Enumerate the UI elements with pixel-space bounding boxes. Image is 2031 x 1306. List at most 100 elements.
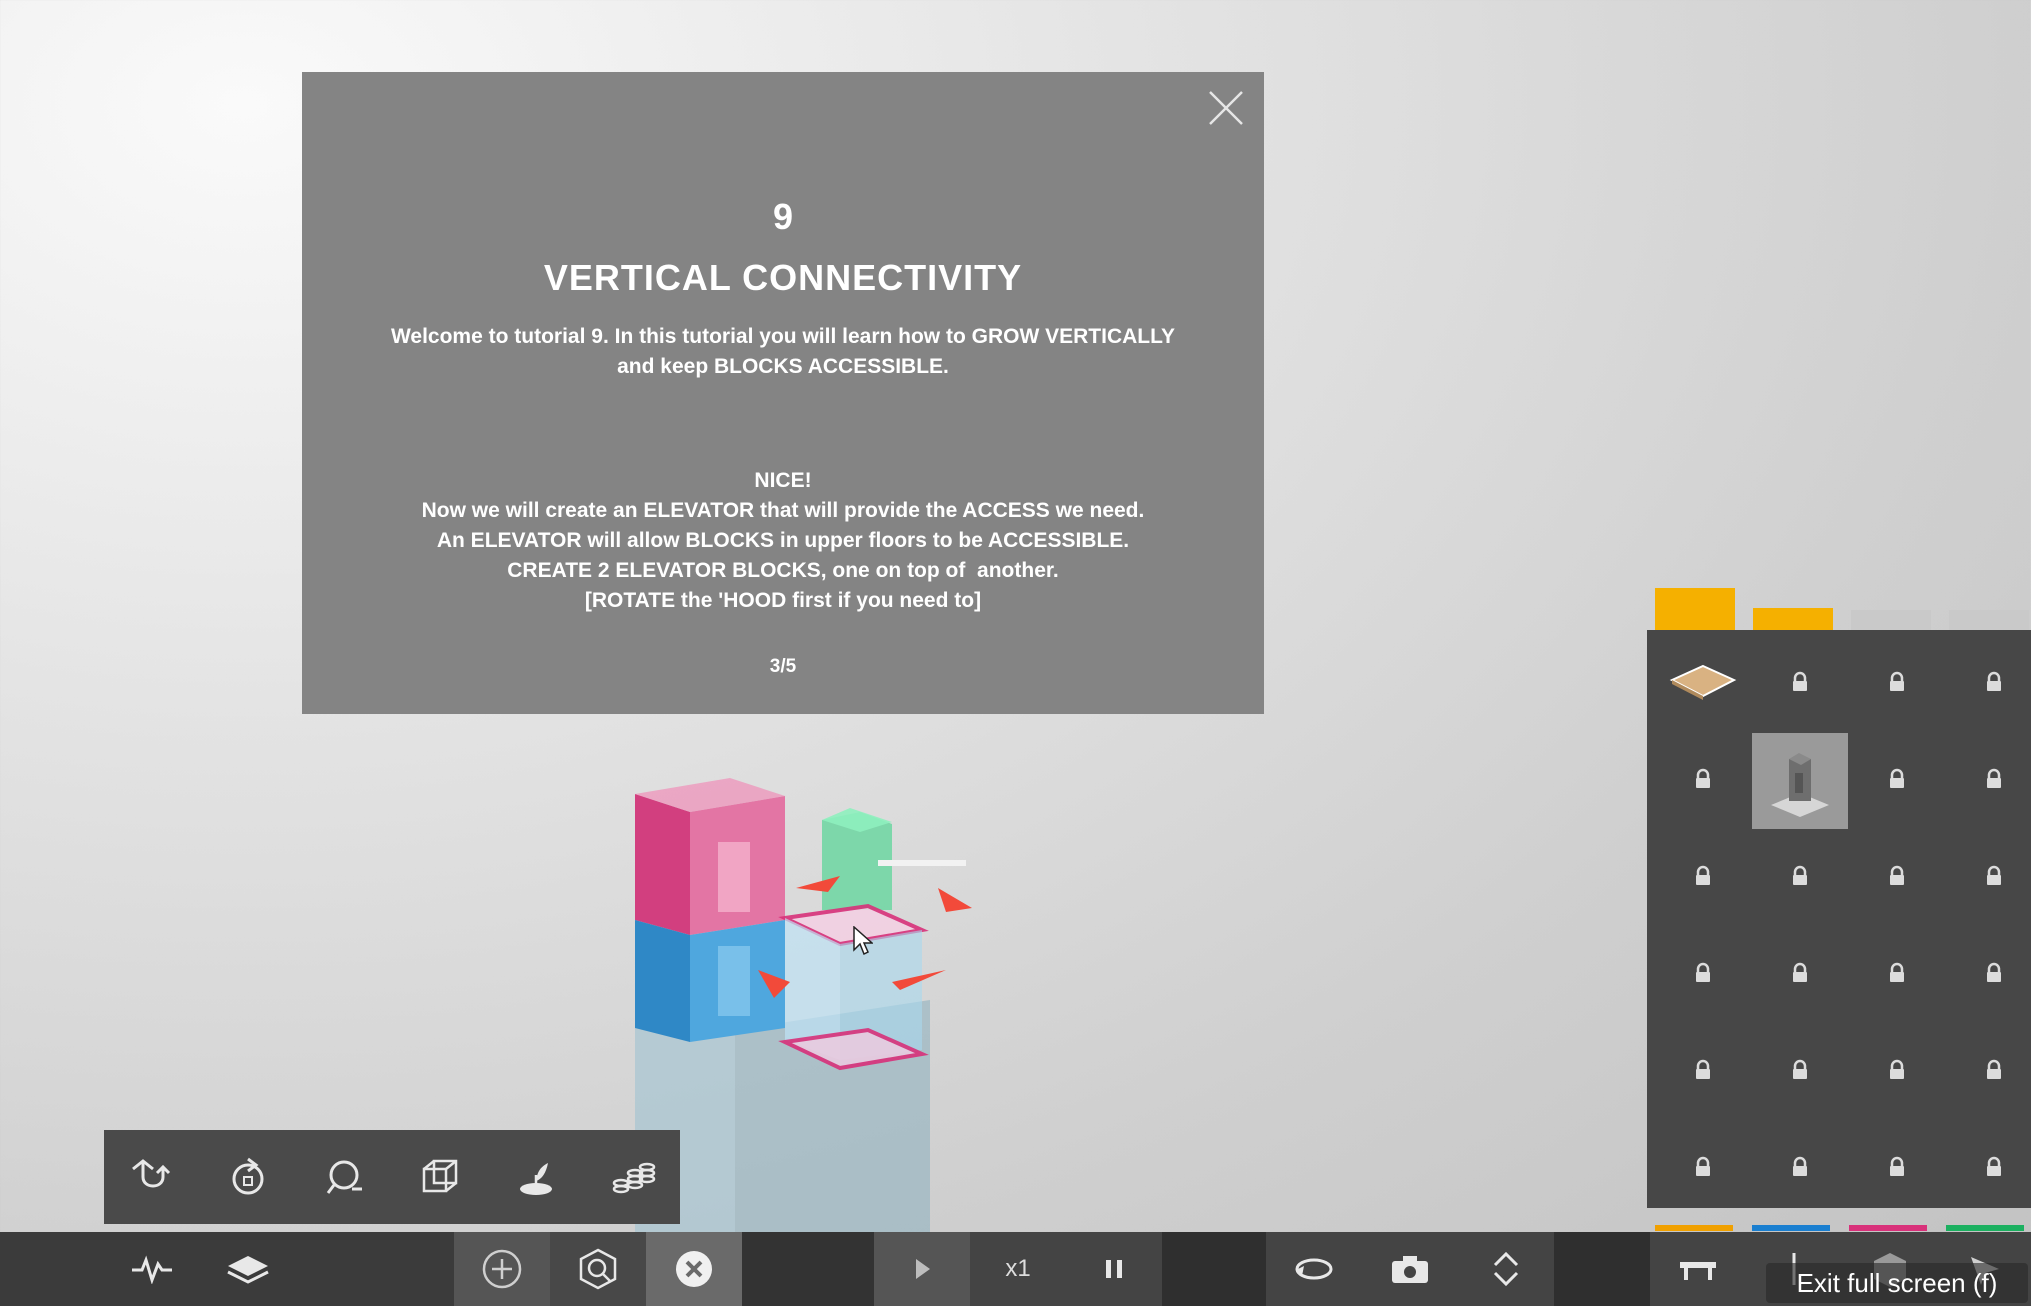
tool-plant[interactable] (508, 1149, 564, 1205)
lock-icon (1887, 865, 1907, 892)
block-category-tabs (1655, 588, 2031, 630)
lock-icon (1887, 962, 1907, 989)
elevator-block-icon (1771, 753, 1829, 817)
pause-button[interactable] (1066, 1232, 1162, 1306)
tool-economy[interactable] (604, 1149, 660, 1205)
chevron-up-icon[interactable] (1491, 1249, 1521, 1269)
move-tool-icon (132, 1159, 171, 1188)
floor-tile-icon (1669, 664, 1737, 700)
bottom-control-bar: x1 (0, 1232, 2031, 1306)
exit-fullscreen-hint[interactable]: Exit full screen (f) (1766, 1263, 2028, 1303)
lasso-tool-icon (326, 1160, 362, 1194)
block-slot-floor-tile[interactable] (1655, 636, 1751, 732)
block-slot-locked[interactable] (1849, 733, 1945, 829)
play-button[interactable] (874, 1232, 970, 1306)
block-slot-locked[interactable] (1655, 830, 1751, 926)
block-slot-locked[interactable] (1655, 733, 1751, 829)
lock-icon (1693, 1059, 1713, 1086)
intro-line: Welcome to tutorial 9. In this tutorial … (390, 325, 1176, 348)
lock-icon (1984, 768, 2004, 795)
tutorial-number: 9 (772, 196, 794, 237)
block-slot-locked[interactable] (1655, 1121, 1751, 1217)
tutorial-instructions: NICE! Now we will create an ELEVATOR tha… (332, 466, 1234, 616)
tutorial-page-indicator[interactable]: 3/5 (302, 656, 1264, 678)
pink-block-window (718, 842, 750, 912)
arrow-indicator (938, 888, 972, 912)
block-slot-locked[interactable] (1946, 733, 2031, 829)
block-slot-locked[interactable] (1752, 927, 1848, 1023)
remove-circle-icon (676, 1251, 712, 1287)
lock-icon (1984, 1156, 2004, 1183)
camera-button[interactable] (1362, 1232, 1458, 1306)
stats-button[interactable] (104, 1232, 200, 1306)
block-slot-locked[interactable] (1752, 1024, 1848, 1120)
tool-rotate[interactable] (220, 1149, 276, 1205)
block-slot-locked[interactable] (1849, 1121, 1945, 1217)
category-tab[interactable] (1949, 610, 2029, 630)
block-slot-locked[interactable] (1849, 1024, 1945, 1120)
lock-icon (1887, 1059, 1907, 1086)
block-slot-locked[interactable] (1849, 927, 1945, 1023)
speed-label: x1 (1005, 1255, 1031, 1282)
category-tab[interactable] (1655, 588, 1735, 630)
block-slot-locked[interactable] (1752, 636, 1848, 732)
block-slot-locked[interactable] (1752, 830, 1848, 926)
close-icon[interactable] (1206, 88, 1246, 128)
tool-wireframe[interactable] (412, 1149, 468, 1205)
instruction-line: CREATE 2 ELEVATOR BLOCKS, one on top of … (507, 559, 1059, 582)
tool-lasso[interactable] (316, 1149, 372, 1205)
add-block-button[interactable] (454, 1232, 550, 1306)
rotate-tool-icon (232, 1157, 264, 1195)
block-slot-locked[interactable] (1752, 1121, 1848, 1217)
instruction-line: [ROTATE the 'HOOD first if you need to] (584, 589, 982, 612)
blue-block-window (718, 946, 750, 1016)
color-strip (1655, 1225, 1733, 1231)
tutorial-dialog: 9 VERTICAL CONNECTIVITY Welcome to tutor… (302, 72, 1264, 714)
coins-icon (612, 1162, 656, 1194)
block-slot-locked[interactable] (1946, 927, 2031, 1023)
category-tab[interactable] (1753, 608, 1833, 630)
bench-button[interactable] (1650, 1232, 1746, 1306)
lock-icon (1693, 865, 1713, 892)
inspect-button[interactable] (550, 1232, 646, 1306)
lock-icon (1887, 671, 1907, 698)
chevron-down-icon[interactable] (1491, 1269, 1521, 1289)
block-slot-locked[interactable] (1946, 636, 2031, 732)
lock-icon (1790, 865, 1810, 892)
add-circle-icon (482, 1249, 522, 1289)
layers-button[interactable] (200, 1232, 296, 1306)
block-slot-locked[interactable] (1655, 927, 1751, 1023)
inspect-hex-icon (579, 1248, 617, 1290)
block-slot-locked[interactable] (1849, 830, 1945, 926)
lock-icon (1984, 1059, 2004, 1086)
bottom-blank (742, 1232, 874, 1306)
play-icon (916, 1259, 930, 1279)
block-slot-locked[interactable] (1655, 1024, 1751, 1120)
remove-block-button[interactable] (646, 1232, 742, 1306)
bottom-blank (1162, 1232, 1266, 1306)
mouse-cursor-icon (853, 926, 873, 956)
lock-icon (1790, 671, 1810, 698)
speed-button[interactable]: x1 (970, 1232, 1066, 1306)
tutorial-intro: Welcome to tutorial 9. In this tutorial … (332, 322, 1234, 382)
lock-icon (1790, 1156, 1810, 1183)
instruction-line: An ELEVATOR will allow BLOCKS in upper f… (436, 529, 1130, 552)
rotate-view-icon (1295, 1258, 1333, 1280)
block-slot-locked[interactable] (1946, 1024, 2031, 1120)
instruction-line: NICE! (754, 469, 812, 492)
instruction-line: Now we will create an ELEVATOR that will… (421, 499, 1145, 522)
category-tab[interactable] (1851, 610, 1931, 630)
block-slot-locked[interactable] (1946, 1121, 2031, 1217)
lock-icon (1693, 1156, 1713, 1183)
tool-move[interactable] (124, 1149, 180, 1205)
bottom-blank (1554, 1232, 1650, 1306)
block-slot-locked[interactable] (1849, 636, 1945, 732)
pulse-icon (132, 1255, 172, 1284)
rotate-view-button[interactable] (1266, 1232, 1362, 1306)
lock-icon (1887, 768, 1907, 795)
color-strip (1752, 1225, 1830, 1231)
placement-indicator-bar (878, 860, 966, 866)
block-slot-elevator[interactable] (1752, 733, 1848, 829)
floor-selector[interactable] (1458, 1232, 1554, 1306)
block-slot-locked[interactable] (1946, 830, 2031, 926)
